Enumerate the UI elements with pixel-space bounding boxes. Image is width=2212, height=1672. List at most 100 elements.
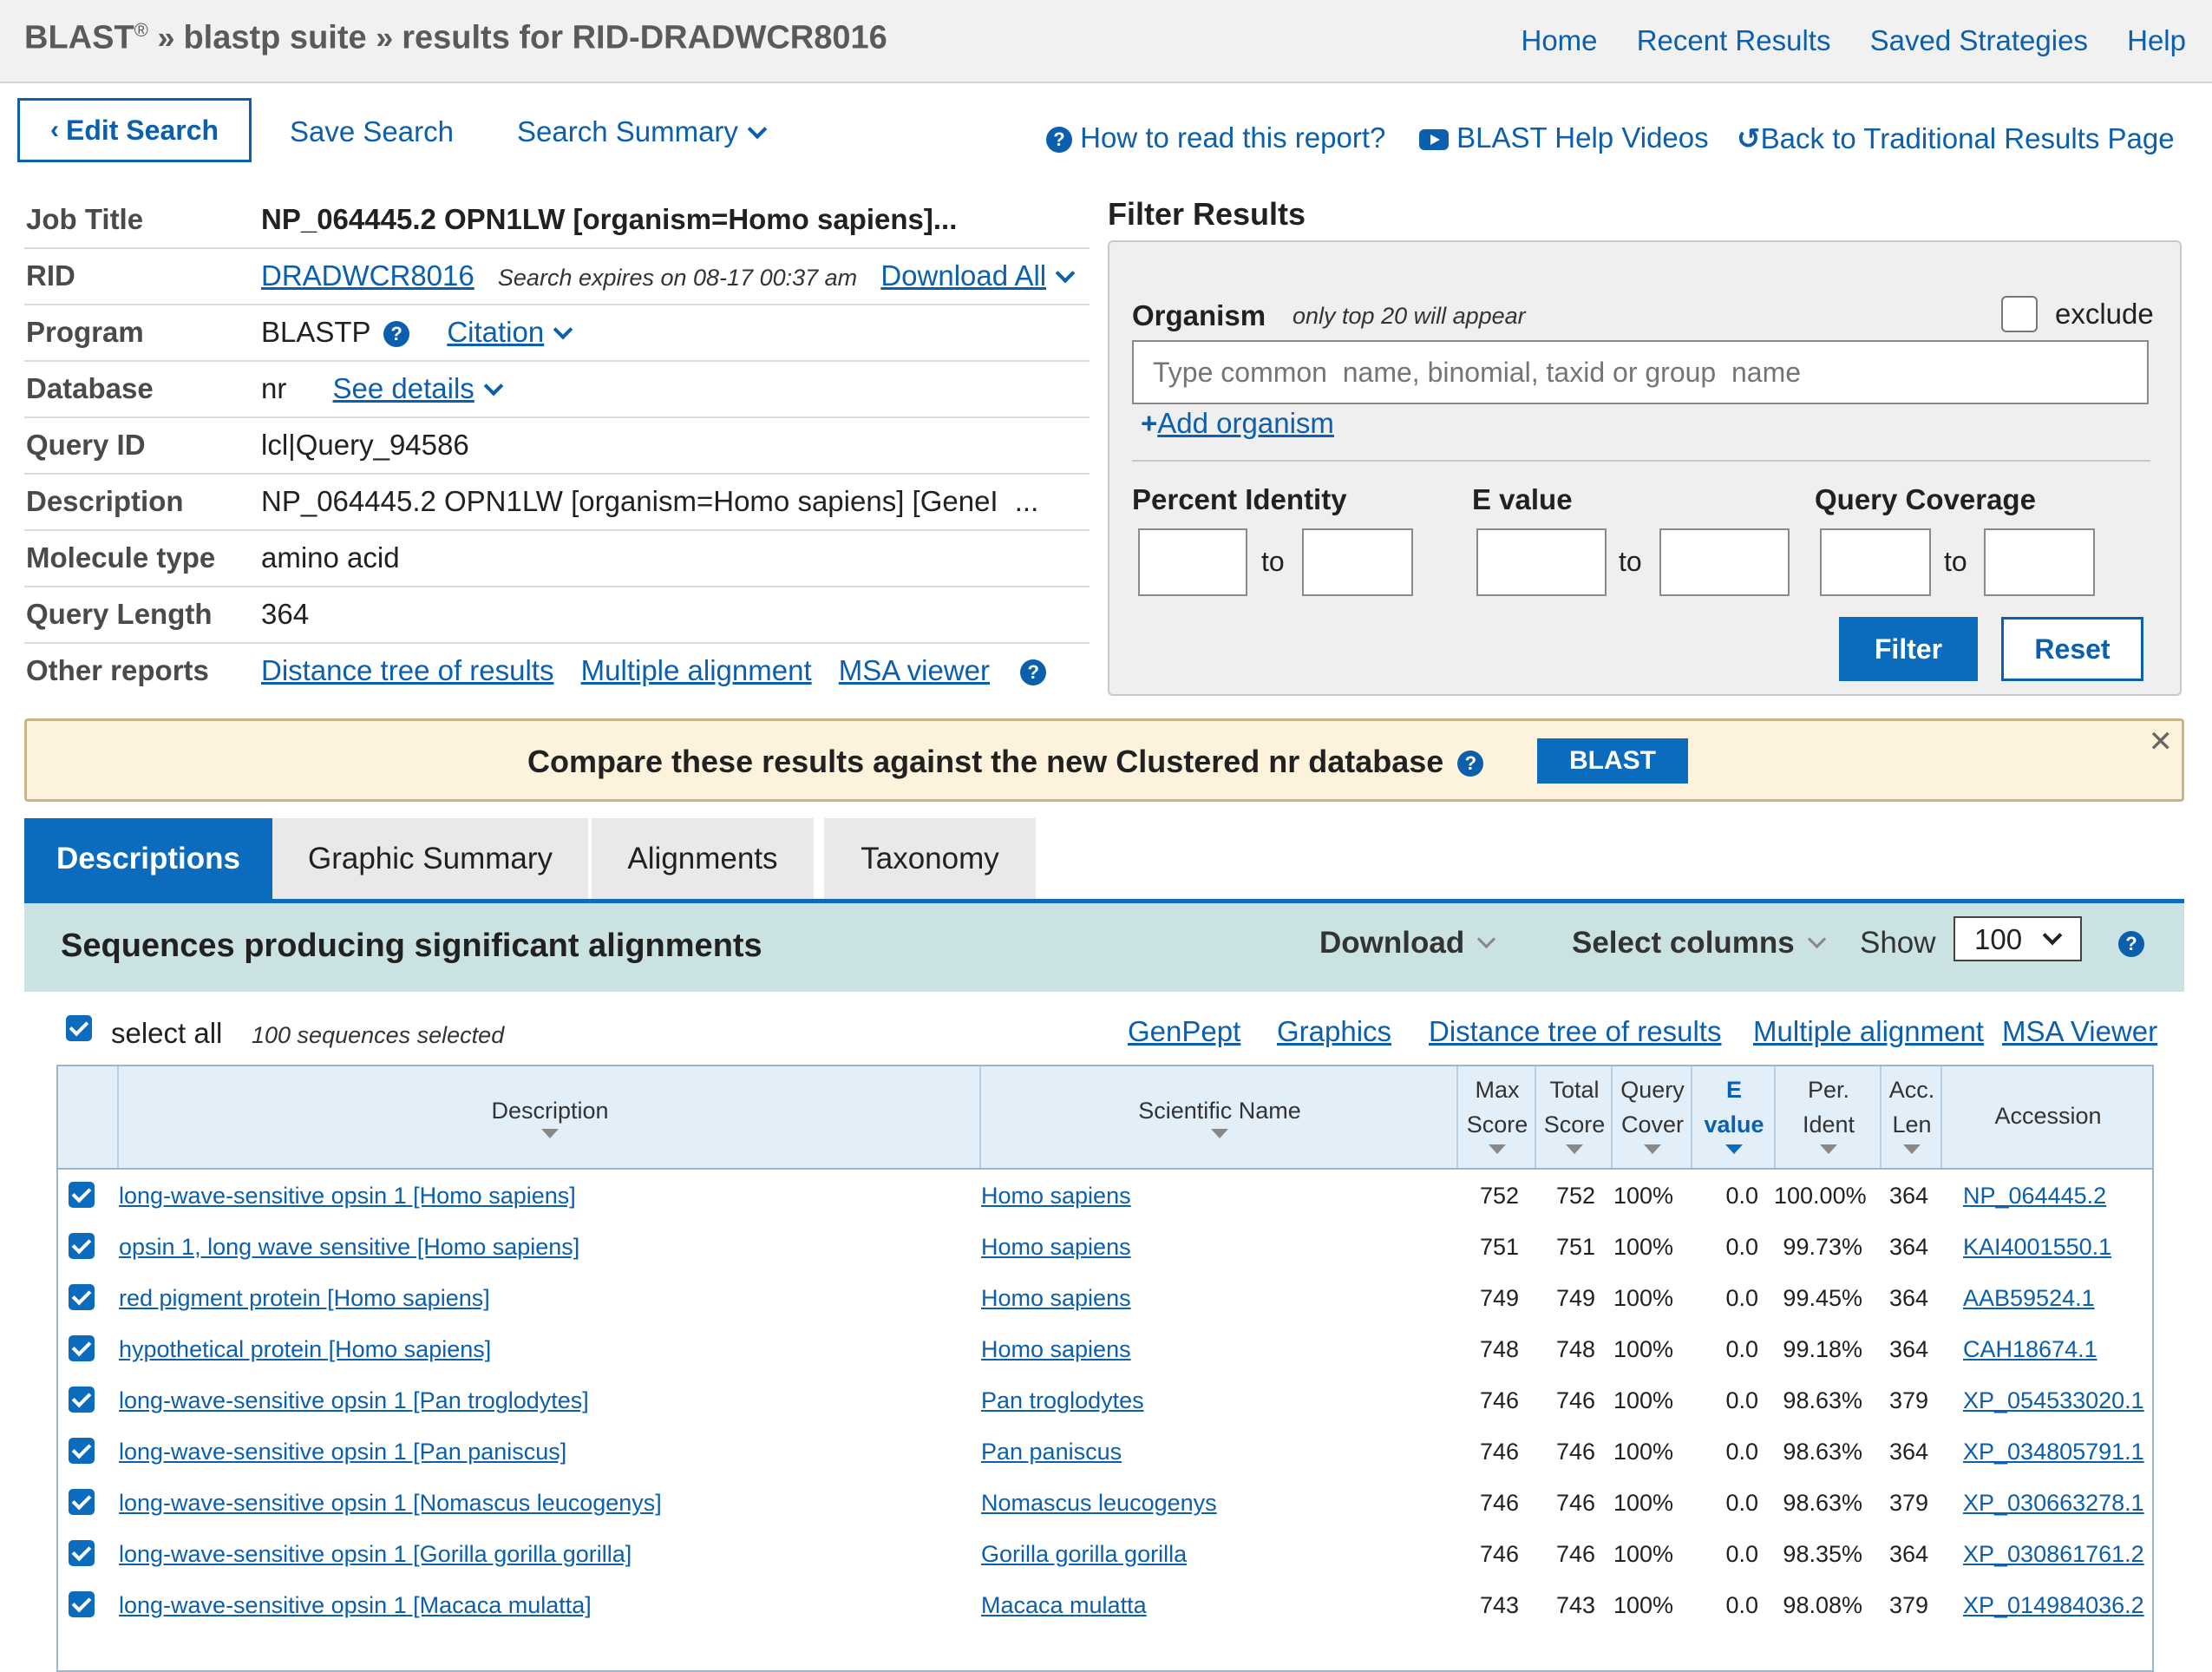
row-scientific-link[interactable]: Homo sapiens [981,1234,1131,1261]
tab-graphic-summary[interactable]: Graphic Summary [272,818,588,900]
row-scientific-link[interactable]: Homo sapiens [981,1336,1131,1363]
row-accession-link[interactable]: CAH18674.1 [1963,1336,2097,1363]
percent-identity-max-input[interactable] [1302,528,1413,596]
select-all-checkbox[interactable] [66,1015,92,1041]
tab-alignments[interactable]: Alignments [592,818,814,900]
row-checkbox[interactable] [69,1387,95,1413]
row-scientific-link[interactable]: Nomascus leucogenys [981,1490,1217,1517]
help-icon[interactable]: ? [1020,659,1047,686]
banner-blast-button[interactable]: BLAST [1537,738,1688,784]
col-total-score[interactable]: Total Score [1535,1066,1613,1168]
app-title[interactable]: BLAST [24,20,134,56]
row-accession-link[interactable]: NP_064445.2 [1963,1183,2106,1210]
sort-icon[interactable] [1644,1144,1661,1154]
row-description-link[interactable]: opsin 1, long wave sensitive [Homo sapie… [119,1234,579,1261]
nav-home[interactable]: Home [1521,24,1597,56]
row-description-link[interactable]: long-wave-sensitive opsin 1 [Pan paniscu… [119,1439,566,1465]
sort-icon[interactable] [1725,1144,1743,1154]
query-coverage-max-input[interactable] [1984,528,2095,596]
row-checkbox[interactable] [69,1540,95,1566]
help-icon[interactable]: ? [383,321,410,348]
help-icon[interactable]: ? [1457,751,1484,777]
sort-icon[interactable] [1566,1144,1583,1154]
row-scientific-link[interactable]: Homo sapiens [981,1183,1131,1210]
row-description-link[interactable]: long-wave-sensitive opsin 1 [Gorilla gor… [119,1541,632,1568]
col-description[interactable]: Description [117,1066,981,1168]
select-columns-dropdown[interactable]: Select columns [1572,926,1826,961]
row-scientific-link[interactable]: Gorilla gorilla gorilla [981,1541,1187,1568]
row-accession-link[interactable]: KAI4001550.1 [1963,1234,2111,1261]
row-checkbox[interactable] [69,1233,95,1259]
show-count-select[interactable]: 100 [1953,916,2082,961]
msa-viewer-link[interactable]: MSA Viewer [2002,1015,2157,1048]
sort-icon[interactable] [1489,1144,1506,1154]
sort-icon[interactable] [541,1129,559,1138]
col-acc-len[interactable]: Acc. Len [1880,1066,1942,1168]
how-to-read-link[interactable]: ? How to read this report? [1046,121,1385,154]
row-scientific-link[interactable]: Pan troglodytes [981,1387,1144,1414]
reset-button[interactable]: Reset [2001,617,2143,681]
graphics-link[interactable]: Graphics [1277,1015,1391,1048]
edit-search-button[interactable]: ‹ Edit Search [17,98,252,162]
row-checkbox[interactable] [69,1284,95,1310]
tab-descriptions[interactable]: Descriptions [24,818,272,900]
organism-input[interactable] [1132,340,2149,404]
row-accession-link[interactable]: XP_054533020.1 [1963,1387,2144,1414]
multiple-alignment-link[interactable]: Multiple alignment [1753,1015,1984,1048]
row-accession-link[interactable]: AAB59524.1 [1963,1285,2095,1312]
row-checkbox[interactable] [69,1489,95,1515]
evalue-max-input[interactable] [1659,528,1790,596]
add-organism-link[interactable]: +Add organism [1141,407,1334,440]
row-checkbox[interactable] [69,1591,95,1617]
row-scientific-link[interactable]: Macaca mulatta [981,1592,1147,1619]
close-icon[interactable]: ✕ [2149,725,2174,759]
distance-tree-link[interactable]: Distance tree of results [1429,1015,1721,1048]
help-icon[interactable]: ? [2118,931,2144,957]
row-scientific-link[interactable]: Pan paniscus [981,1439,1122,1465]
col-query-cover[interactable]: Query Cover [1611,1066,1692,1168]
row-scientific-link[interactable]: Homo sapiens [981,1285,1131,1312]
row-accession-link[interactable]: XP_030663278.1 [1963,1490,2144,1517]
sort-icon[interactable] [1211,1129,1228,1138]
citation-dropdown[interactable]: Citation [447,316,544,348]
msa-viewer-link[interactable]: MSA viewer [839,654,990,686]
back-traditional-link[interactable]: ↺Back to Traditional Results Page [1737,121,2175,155]
see-details-dropdown[interactable]: See details [333,372,474,404]
col-accession[interactable]: Accession [1940,1066,2154,1168]
sort-icon[interactable] [1903,1144,1921,1154]
row-checkbox[interactable] [69,1438,95,1464]
percent-identity-min-input[interactable] [1138,528,1247,596]
evalue-min-input[interactable] [1476,528,1607,596]
row-description-link[interactable]: long-wave-sensitive opsin 1 [Homo sapien… [119,1183,576,1210]
nav-recent-results[interactable]: Recent Results [1637,24,1831,56]
col-max-score[interactable]: Max Score [1456,1066,1536,1168]
col-scientific-name[interactable]: Scientific Name [979,1066,1458,1168]
breadcrumb-suite[interactable]: blastp suite [183,20,366,56]
row-checkbox[interactable] [69,1182,95,1208]
download-all-dropdown[interactable]: Download All [880,259,1046,292]
tab-taxonomy[interactable]: Taxonomy [824,818,1036,900]
rid-link[interactable]: DRADWCR8016 [261,259,474,292]
filter-button[interactable]: Filter [1839,617,1978,681]
row-description-link[interactable]: long-wave-sensitive opsin 1 [Macaca mula… [119,1592,592,1619]
row-description-link[interactable]: long-wave-sensitive opsin 1 [Nomascus le… [119,1490,662,1517]
row-description-link[interactable]: long-wave-sensitive opsin 1 [Pan troglod… [119,1387,589,1414]
col-percent-identity[interactable]: Per. Ident [1774,1066,1882,1168]
save-search-link[interactable]: Save Search [290,115,454,148]
row-accession-link[interactable]: XP_034805791.1 [1963,1439,2144,1465]
genpept-link[interactable]: GenPept [1128,1015,1240,1048]
nav-help[interactable]: Help [2127,24,2186,56]
row-description-link[interactable]: hypothetical protein [Homo sapiens] [119,1336,491,1363]
search-summary-dropdown[interactable]: Search Summary [517,115,768,148]
description-expand[interactable]: ... [1015,485,1039,517]
multiple-alignment-link[interactable]: Multiple alignment [581,654,812,686]
distance-tree-link[interactable]: Distance tree of results [261,654,553,686]
row-checkbox[interactable] [69,1335,95,1361]
row-description-link[interactable]: red pigment protein [Homo sapiens] [119,1285,490,1312]
nav-saved-strategies[interactable]: Saved Strategies [1870,24,2088,56]
sort-icon[interactable] [1820,1144,1837,1154]
exclude-checkbox[interactable] [2001,296,2038,332]
query-coverage-min-input[interactable] [1820,528,1931,596]
row-accession-link[interactable]: XP_014984036.2 [1963,1592,2144,1619]
col-evalue[interactable]: E value [1691,1066,1776,1168]
